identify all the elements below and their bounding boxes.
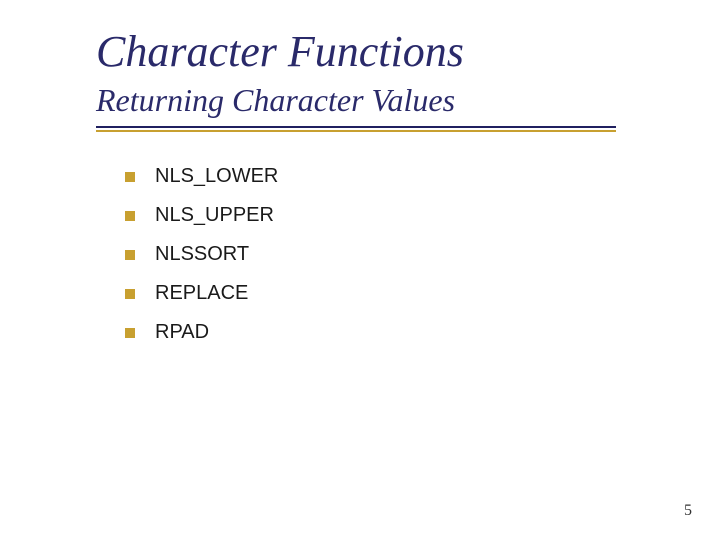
list-item-label: RPAD xyxy=(155,321,209,344)
bullet-icon xyxy=(125,250,135,260)
bullet-icon xyxy=(125,289,135,299)
list-item-label: NLS_UPPER xyxy=(155,204,274,227)
list-item: NLSSORT xyxy=(125,243,660,266)
page-number: 5 xyxy=(684,502,692,520)
list-item-label: REPLACE xyxy=(155,282,248,305)
list-item: RPAD xyxy=(125,321,660,344)
list-item: REPLACE xyxy=(125,282,660,305)
list-item: NLS_LOWER xyxy=(125,165,660,188)
slide-title: Character Functions xyxy=(96,26,464,77)
list-item-label: NLS_LOWER xyxy=(155,165,278,188)
bullet-list: NLS_LOWER NLS_UPPER NLSSORT REPLACE RPAD xyxy=(125,165,660,360)
list-item: NLS_UPPER xyxy=(125,204,660,227)
list-item-label: NLSSORT xyxy=(155,243,249,266)
title-underline xyxy=(96,126,616,128)
bullet-icon xyxy=(125,328,135,338)
slide: Character Functions Returning Character … xyxy=(0,0,720,540)
slide-subtitle: Returning Character Values xyxy=(96,82,455,119)
bullet-icon xyxy=(125,172,135,182)
bullet-icon xyxy=(125,211,135,221)
